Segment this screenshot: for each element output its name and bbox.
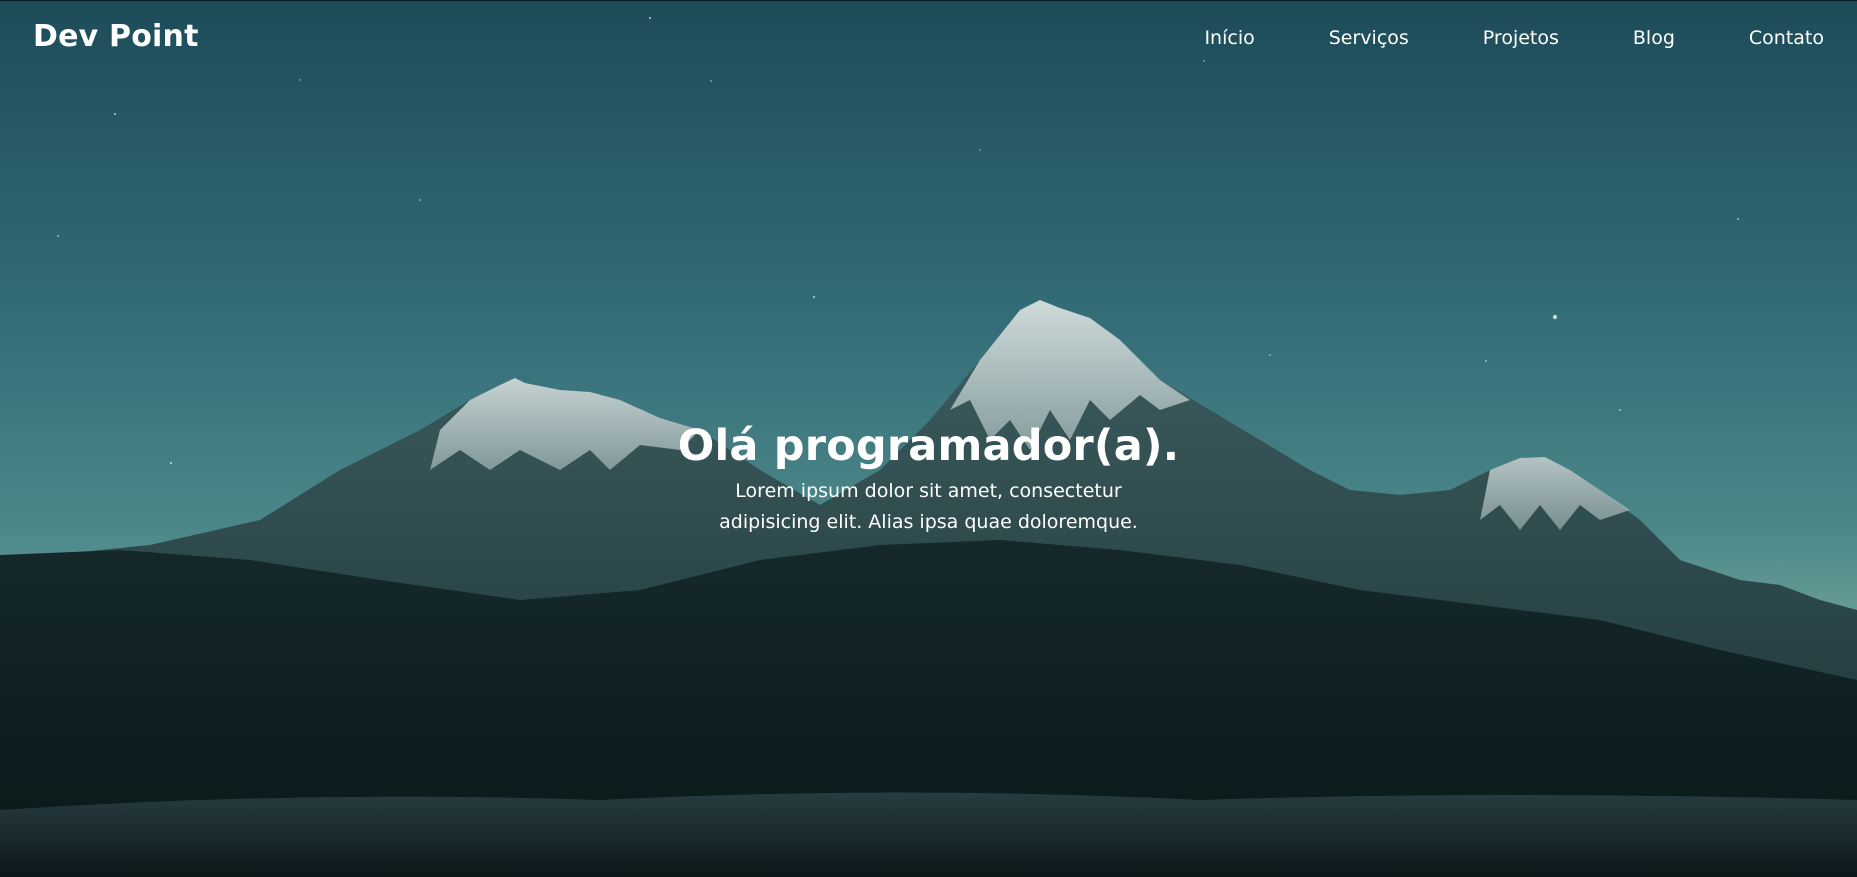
nav-link-projetos[interactable]: Projetos [1483, 27, 1559, 49]
hero-title: Olá programador(a). [677, 421, 1180, 471]
nav-link-servicos[interactable]: Serviços [1329, 27, 1409, 49]
brand-logo[interactable]: Dev Point [33, 19, 199, 54]
nav-link-contato[interactable]: Contato [1749, 27, 1824, 49]
hero-section: Dev Point Início Serviços Projetos Blog … [0, 0, 1857, 877]
nav-link-inicio[interactable]: Início [1204, 27, 1254, 49]
hero-description: Lorem ipsum dolor sit amet, consectetur … [719, 480, 1138, 533]
top-navbar: Dev Point Início Serviços Projetos Blog … [0, 0, 1857, 81]
hero-content: Olá programador(a). Lorem ipsum dolor si… [0, 420, 1857, 538]
nav-menu: Início Serviços Projetos Blog Contato [1130, 27, 1824, 49]
nav-link-blog[interactable]: Blog [1633, 27, 1675, 49]
